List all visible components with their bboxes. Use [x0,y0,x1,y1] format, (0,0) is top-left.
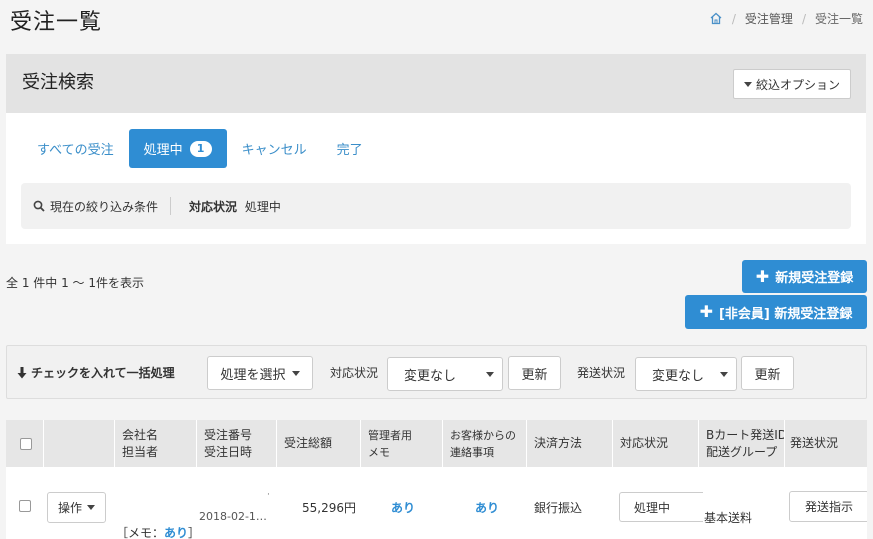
select-value: 変更なし [652,368,705,384]
conditions-label: 現在の絞り込み条件 [50,199,159,214]
new-guest-order-button[interactable]: ✚ [非会員] 新規受注登録 [685,295,867,329]
button-label: 操作 [57,501,82,515]
header-total: 受注総額 [284,436,333,450]
filter-option-button[interactable]: 絞込オプション [733,69,851,99]
row-operation-button[interactable]: 操作 [47,492,106,523]
condition-value: 処理中 [244,199,281,214]
table-header: 会社名 担当者 受注番号 受注日時 受注総額 管理者用 メモ お客様からの 連絡事項 決… [6,420,867,467]
admin-memo-link[interactable]: あり [391,499,415,516]
tab-label: 処理中 [143,143,183,158]
page-title: 受注一覧 [10,10,103,35]
header-company: 会社名 担当者 [122,427,159,459]
payment-method: 銀行振込 [534,501,583,515]
header-shipping: 発送状況 [790,436,839,450]
caret-down-icon [87,505,95,510]
order-status-tabs: すべての受注 処理中 1 キャンセル 完了 [22,129,378,168]
bulk-shipping-select[interactable]: 変更なし [635,357,737,391]
plus-icon: ✚ [755,266,770,286]
caret-down-icon [291,370,300,376]
button-label: [非会員] 新規受注登録 [718,306,853,322]
caret-down-icon [720,372,728,377]
search-panel: 受注検索 絞込オプション すべての受注 処理中 1 キャンセル 完了 現在の絞り込… [6,54,866,244]
search-panel-header: 受注検索 絞込オプション [6,54,866,113]
breadcrumb-section[interactable]: 受注管理 [745,10,793,27]
customer-msg-link[interactable]: あり [475,499,499,516]
tab-label: キャンセル [241,143,307,158]
tab-all-orders[interactable]: すべての受注 [22,129,129,168]
breadcrumb-current: 受注一覧 [814,12,863,26]
order-date: 2018-02-1… [199,510,267,523]
select-value: 変更なし [404,368,457,384]
search-title: 受注検索 [22,72,94,93]
row-dot: · [267,490,270,500]
row-checkbox[interactable] [19,500,31,512]
breadcrumb-separator: / [731,11,736,26]
tab-cancelled[interactable]: キャンセル [227,129,322,168]
shipping-instruction-button[interactable]: 発送指示 [789,491,867,522]
current-conditions: 現在の絞り込み条件 対応状況 処理中 [21,183,851,229]
memo-indicator: ［メモ：あり］ [116,526,201,539]
tab-label: すべての受注 [37,143,114,158]
select-all-cell [9,420,43,467]
header-payment: 決済方法 [534,436,583,450]
caret-down-icon [486,372,494,377]
select-value: 処理を選択 [220,367,286,383]
row-checkbox-cell [19,500,31,512]
shipping-label: 発送状況 [577,366,626,380]
bulk-status-select[interactable]: 変更なし [387,357,503,391]
tab-label: 完了 [336,143,363,158]
result-count: 全 1 件中 1 ～ 1件を表示 [6,276,144,290]
arrow-down-icon [17,366,27,378]
home-icon[interactable] [709,12,723,25]
bulk-action-select[interactable]: 処理を選択 [207,356,313,390]
tab-processing[interactable]: 処理中 1 [128,129,227,168]
caret-down-icon [743,81,752,87]
memo-link[interactable]: あり [164,526,188,539]
plus-icon: ✚ [699,302,713,321]
header-order-no: 受注番号 受注日時 [204,427,253,459]
header-admin-memo: 管理者用 メモ [368,428,412,459]
bulk-action-bar: チェックを入れて一括処理 処理を選択 対応状況 変更なし 更新 発送状況 変更な… [6,345,867,399]
condition-key: 対応状況 [189,199,238,214]
status-label: 対応状況 [330,366,379,380]
select-all-checkbox[interactable] [20,437,32,450]
select-value: 処理中 [634,500,671,515]
header-status: 対応状況 [620,436,669,450]
header-bcart: Bカート発送ID 配送グループ [706,427,784,459]
breadcrumb: / 受注管理 / 受注一覧 [709,10,863,27]
update-status-button[interactable]: 更新 [508,356,561,390]
new-order-button[interactable]: ✚ 新規受注登録 [742,260,867,293]
delivery-group: 基本送料 [704,511,753,525]
order-total: 55,296円 [302,501,356,515]
search-icon [33,200,45,212]
orders-table: 会社名 担当者 受注番号 受注日時 受注総額 管理者用 メモ お客様からの 連絡事項 決… [6,420,867,539]
bulk-label: チェックを入れて一括処理 [17,364,175,381]
button-label: 新規受注登録 [775,271,854,286]
update-shipping-button[interactable]: 更新 [741,356,794,390]
header-customer-msg: お客様からの 連絡事項 [450,428,516,459]
breadcrumb-separator: / [801,11,806,26]
count-badge: 1 [189,140,212,157]
row-status-select[interactable]: 処理中 [619,492,703,522]
tab-completed[interactable]: 完了 [322,129,378,168]
filter-option-label: 絞込オプション [755,77,840,92]
